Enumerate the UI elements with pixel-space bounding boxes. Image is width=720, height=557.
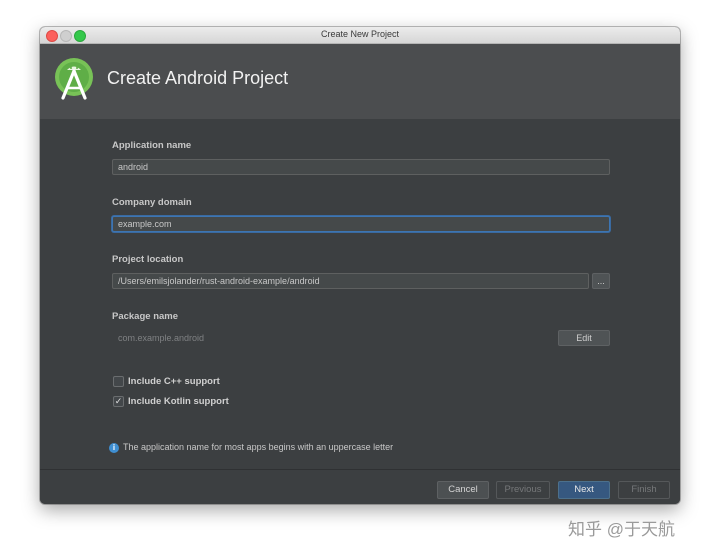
- project-location-input[interactable]: /Users/emilsjolander/rust-android-exampl…: [112, 273, 589, 289]
- app-name-label: Application name: [112, 140, 192, 151]
- watermark: 知乎 @于天航: [568, 520, 675, 539]
- info-text: The application name for most apps begin…: [123, 442, 394, 452]
- title-bar: Create New Project: [40, 27, 680, 44]
- package-name-value: com.example.android: [118, 333, 205, 343]
- window-title: Create New Project: [320, 29, 400, 39]
- dialog-header: Create Android Project: [40, 44, 680, 119]
- dialog-footer: Cancel Previous Next Finish: [40, 469, 680, 504]
- company-domain-input[interactable]: example.com: [112, 216, 610, 232]
- info-icon: i: [109, 443, 119, 453]
- app-name-input[interactable]: android: [112, 159, 610, 175]
- include-cpp-label: Include C++ support: [128, 376, 220, 387]
- next-button[interactable]: Next: [558, 481, 610, 499]
- include-kotlin-label: Include Kotlin support: [128, 396, 229, 407]
- android-studio-logo-icon: [55, 58, 93, 100]
- header-title: Create Android Project: [107, 68, 289, 88]
- project-location-label: Project location: [112, 254, 184, 265]
- package-name-label: Package name: [112, 311, 179, 322]
- browse-location-button[interactable]: ...: [592, 273, 610, 289]
- company-domain-label: Company domain: [112, 197, 192, 208]
- finish-button[interactable]: Finish: [618, 481, 670, 499]
- create-project-window: Create New Project Create Android Projec…: [40, 27, 680, 504]
- cancel-button[interactable]: Cancel: [437, 481, 489, 499]
- include-kotlin-checkbox[interactable]: ✓: [113, 396, 124, 407]
- previous-button[interactable]: Previous: [496, 481, 550, 499]
- edit-package-button[interactable]: Edit: [558, 330, 610, 346]
- include-cpp-checkbox[interactable]: [113, 376, 124, 387]
